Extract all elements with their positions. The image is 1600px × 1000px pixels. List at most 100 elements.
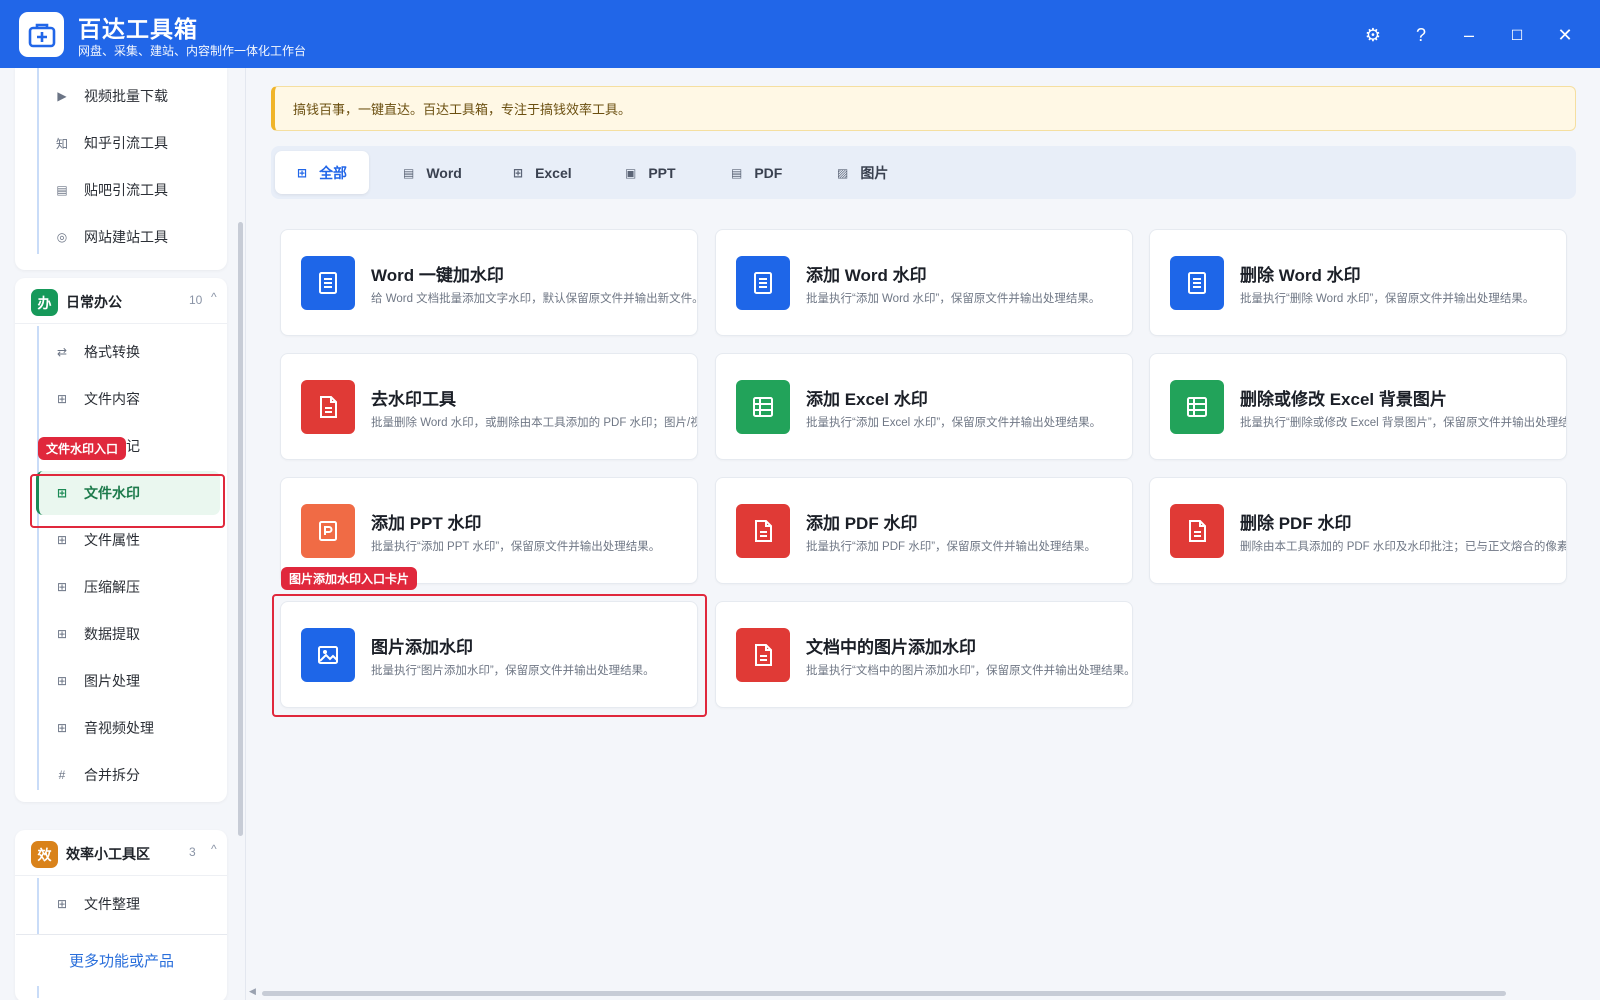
grid-icon: ⊞	[56, 674, 68, 688]
horizontal-scrollbar-thumb[interactable]	[262, 991, 1506, 996]
tab-ppt[interactable]: ▣ PPT	[603, 151, 698, 194]
card-title: 去水印工具	[371, 390, 456, 409]
maximize-button[interactable]: ☐	[1502, 20, 1532, 50]
sidebar-item-merge-split[interactable]: # 合并拆分	[36, 753, 220, 797]
sidebar-item-av-process[interactable]: ⊞ 音视频处理	[36, 706, 220, 750]
globe-icon: ◎	[56, 230, 68, 244]
more-features-link[interactable]: 更多功能或产品	[16, 934, 227, 986]
sidebar-item-compress[interactable]: ⊞ 压缩解压	[36, 565, 220, 609]
sidebar-item-label: 文件整理	[84, 896, 140, 912]
convert-icon: ⇄	[56, 345, 68, 359]
pdf-doc-icon	[736, 504, 790, 558]
group-header-efficiency[interactable]: 效 效率小工具区 3 ^	[15, 830, 227, 876]
collapse-caret-icon[interactable]: ^	[211, 842, 217, 856]
close-button[interactable]: ✕	[1550, 20, 1580, 50]
tab-word[interactable]: ▤ Word	[381, 151, 484, 194]
doc-icon: ▤	[403, 165, 415, 180]
title-bar: 百达工具箱 网盘、采集、建站、内容制作一体化工作台 ⚙ ? – ☐ ✕	[0, 0, 1600, 68]
card-title: Word 一键加水印	[371, 266, 504, 285]
sidebar-item-label: 文件内容	[84, 391, 140, 407]
group-name: 日常办公	[66, 294, 122, 310]
group-badge: 效	[31, 841, 58, 868]
sidebar-item-label: 合并拆分	[84, 767, 140, 783]
tool-card-word-one-click-watermark[interactable]: Word 一键加水印 给 Word 文档批量添加文字水印，默认保留原文件并输出新…	[280, 229, 698, 336]
tool-card-add-pdf-watermark[interactable]: 添加 PDF 水印 批量执行“添加 PDF 水印”，保留原文件并输出处理结果。	[715, 477, 1133, 584]
card-title: 添加 Excel 水印	[806, 390, 928, 409]
tab-all[interactable]: ⊞ 全部	[275, 151, 370, 194]
sidebar-item-video-download[interactable]: ▶ 视频批量下载	[36, 74, 220, 118]
tool-card-watermark-remover[interactable]: 去水印工具 批量删除 Word 水印，或删除由本工具添加的 PDF 水印；图片/…	[280, 353, 698, 460]
card-desc: 批量执行“文档中的图片添加水印”，保留原文件并输出处理结果。	[806, 665, 1133, 677]
ppt-icon	[301, 504, 355, 558]
notice-banner: 搞钱百事，一键直达。百达工具箱，专注于搞钱效率工具。	[271, 86, 1576, 131]
card-desc: 批量执行“添加 PPT 水印”，保留原文件并输出处理结果。	[371, 541, 661, 553]
tab-label: 全部	[319, 164, 348, 181]
pdf-doc-icon	[301, 380, 355, 434]
sidebar-item-file-organize[interactable]: ⊞ 文件整理	[36, 882, 220, 926]
grid-icon: ⊞	[56, 580, 68, 594]
word-doc-icon	[736, 256, 790, 310]
category-tabs: ⊞ 全部 ▤ Word ⊞ Excel ▣ PPT ▤ PDF ▨ 图片	[271, 146, 1576, 199]
tool-card-excel-background[interactable]: 删除或修改 Excel 背景图片 批量执行“删除或修改 Excel 背景图片”，…	[1149, 353, 1567, 460]
tab-pdf[interactable]: ▤ PDF	[709, 151, 804, 194]
card-title: 文档中的图片添加水印	[806, 638, 976, 657]
app-title: 百达工具箱	[78, 16, 198, 42]
pdf-doc-icon	[736, 628, 790, 682]
tool-card-doc-image-watermark[interactable]: 文档中的图片添加水印 批量执行“文档中的图片添加水印”，保留原文件并输出处理结果…	[715, 601, 1133, 708]
sidebar-item-format-convert[interactable]: ⇄ 格式转换	[36, 330, 220, 374]
sidebar-item-label: 贴吧引流工具	[84, 182, 168, 198]
card-title: 添加 Word 水印	[806, 266, 927, 285]
tab-excel[interactable]: ⊞ Excel	[491, 151, 594, 194]
highlight-tag-image-watermark-card: 图片添加水印入口卡片	[281, 567, 418, 590]
sidebar-item-file-content[interactable]: ⊞ 文件内容	[36, 377, 220, 421]
help-icon[interactable]: ?	[1406, 20, 1436, 50]
sidebar-item-website[interactable]: ◎ 网站建站工具	[36, 215, 220, 259]
group-count: 10	[189, 293, 203, 307]
zhihu-icon: 知	[55, 136, 68, 151]
highlight-frame-file-watermark	[30, 474, 225, 528]
sidebar-item-zhihu[interactable]: 知 知乎引流工具	[36, 121, 220, 165]
grid-icon: ⊞	[297, 165, 308, 180]
scroll-left-arrow-icon[interactable]: ◀	[249, 986, 256, 997]
sidebar-item-tieba[interactable]: ▤ 贴吧引流工具	[36, 168, 220, 212]
sidebar-item-label: 视频批量下载	[84, 88, 168, 104]
group-header-daily-office[interactable]: 办 日常办公 10 ^	[15, 278, 227, 324]
sidebar-item-image-process[interactable]: ⊞ 图片处理	[36, 659, 220, 703]
settings-gear-icon[interactable]: ⚙	[1358, 20, 1388, 50]
tab-label: PPT	[648, 164, 676, 181]
excel-sheet-icon	[736, 380, 790, 434]
slides-icon: ▣	[625, 165, 637, 180]
sidebar-item-label: 数据提取	[84, 626, 140, 642]
tool-card-remove-word-watermark[interactable]: 删除 Word 水印 批量执行“删除 Word 水印”，保留原文件并输出处理结果…	[1149, 229, 1567, 336]
grid-icon: ⊞	[56, 897, 68, 911]
tab-label: PDF	[754, 164, 783, 181]
tab-label: 图片	[860, 164, 889, 181]
tab-image[interactable]: ▨ 图片	[815, 151, 910, 194]
card-title: 添加 PPT 水印	[371, 514, 482, 533]
pdf-icon: ▤	[731, 165, 743, 180]
tab-label: Word	[426, 164, 462, 181]
sidebar-item-data-extract[interactable]: ⊞ 数据提取	[36, 612, 220, 656]
highlight-frame-image-watermark-card	[272, 594, 707, 717]
highlight-tag-file-watermark: 文件水印入口	[38, 437, 127, 460]
tool-card-add-word-watermark[interactable]: 添加 Word 水印 批量执行“添加 Word 水印”，保留原文件并输出处理结果…	[715, 229, 1133, 336]
collapse-caret-icon[interactable]: ^	[211, 290, 217, 304]
tool-card-add-excel-watermark[interactable]: 添加 Excel 水印 批量执行“添加 Excel 水印”，保留原文件并输出处理…	[715, 353, 1133, 460]
sidebar-item-label: 文件属性	[84, 532, 140, 548]
card-title: 删除或修改 Excel 背景图片	[1240, 390, 1447, 409]
group-count: 3	[189, 845, 196, 859]
card-title: 删除 Word 水印	[1240, 266, 1361, 285]
pdf-doc-icon	[1170, 504, 1224, 558]
minimize-button[interactable]: –	[1454, 20, 1484, 50]
sidebar-scrollbar-thumb[interactable]	[238, 222, 243, 836]
card-title: 添加 PDF 水印	[806, 514, 918, 533]
word-doc-icon	[1170, 256, 1224, 310]
card-desc: 批量执行“添加 Excel 水印”，保留原文件并输出处理结果。	[806, 417, 1102, 429]
sheet-icon: ⊞	[513, 165, 524, 180]
tool-card-remove-pdf-watermark[interactable]: 删除 PDF 水印 删除由本工具添加的 PDF 水印及水印批注；已与正文熔合的像…	[1149, 477, 1567, 584]
video-icon: ▶	[57, 89, 67, 103]
card-desc: 批量执行“删除 Word 水印”，保留原文件并输出处理结果。	[1240, 293, 1535, 305]
card-desc: 给 Word 文档批量添加文字水印，默认保留原文件并输出新文件。	[371, 293, 698, 305]
sidebar-group-traffic: ▶ 视频批量下载 知 知乎引流工具 ▤ 贴吧引流工具 ◎ 网站建站工具	[15, 68, 227, 270]
hash-icon: #	[58, 768, 66, 782]
